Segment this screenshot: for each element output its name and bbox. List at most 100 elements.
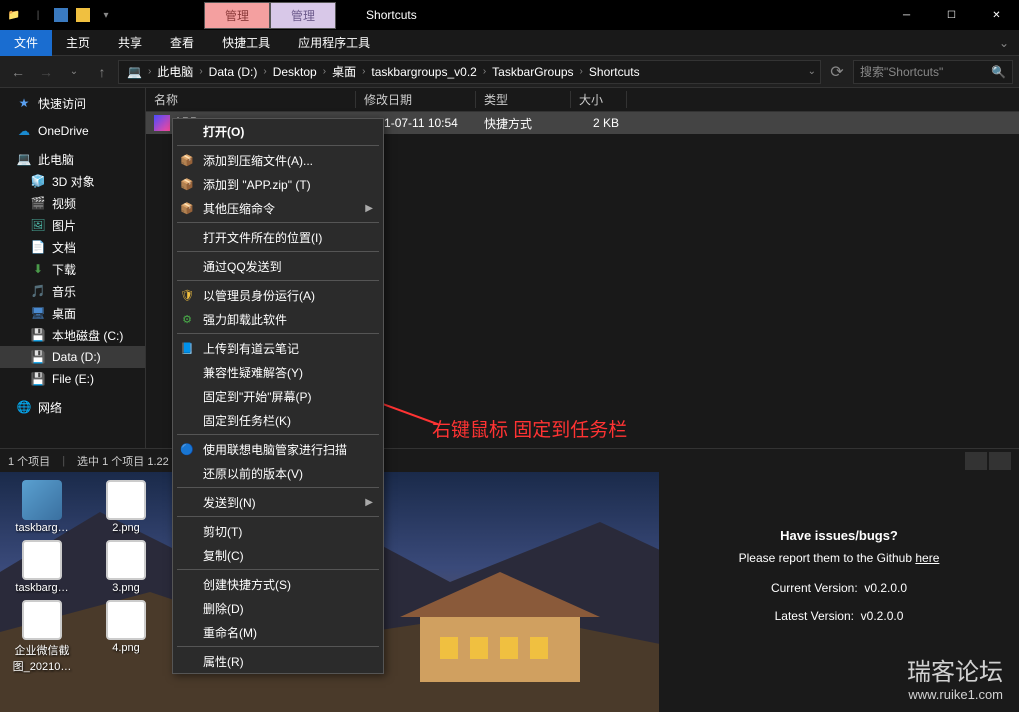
desktop-icon[interactable]: 4.png bbox=[94, 600, 158, 674]
breadcrumb-item[interactable]: Shortcuts bbox=[585, 65, 644, 79]
chevron-right-icon: ▶ bbox=[365, 497, 373, 508]
column-name[interactable]: 名称 bbox=[146, 91, 356, 108]
latest-version: Latest Version: v0.2.0.0 bbox=[679, 609, 999, 623]
nav-history-button[interactable]: ⌄ bbox=[62, 60, 86, 84]
menu-properties[interactable]: 属性(R) bbox=[173, 649, 383, 673]
menu-uninstall[interactable]: ⚙强力卸载此软件 bbox=[173, 307, 383, 331]
breadcrumb-item[interactable]: TaskbarGroups bbox=[488, 65, 577, 79]
address-toolbar: ← → ⌄ ↑ 💻 › 此电脑 › Data (D:) › Desktop › … bbox=[0, 56, 1019, 88]
desktop-icon-label: 3.png bbox=[112, 582, 140, 594]
menu-cut[interactable]: 剪切(T) bbox=[173, 519, 383, 543]
image-icon bbox=[106, 540, 146, 580]
tab-view[interactable]: 查看 bbox=[156, 30, 208, 56]
network-icon: 🌐 bbox=[16, 399, 32, 415]
qat-dropdown-icon[interactable]: ▾ bbox=[98, 7, 114, 23]
menu-other-zip[interactable]: 📦其他压缩命令▶ bbox=[173, 196, 383, 220]
menu-create-shortcut[interactable]: 创建快捷方式(S) bbox=[173, 572, 383, 596]
nav-back-button[interactable]: ← bbox=[6, 60, 30, 84]
menu-pin-taskbar[interactable]: 固定到任务栏(K) bbox=[173, 408, 383, 432]
titlebar: 📁 | ▾ 管理 管理 Shortcuts ─ ☐ ✕ bbox=[0, 0, 1019, 30]
view-thumbnails-button[interactable] bbox=[989, 452, 1011, 470]
menu-delete[interactable]: 删除(D) bbox=[173, 596, 383, 620]
menu-rename[interactable]: 重命名(M) bbox=[173, 620, 383, 644]
sidebar-item-3d-objects[interactable]: 🧊3D 对象 bbox=[0, 170, 145, 192]
ribbon-expand-icon[interactable]: ⌄ bbox=[989, 36, 1019, 50]
menu-open-location[interactable]: 打开文件所在的位置(I) bbox=[173, 225, 383, 249]
manage-tab-1[interactable]: 管理 bbox=[204, 2, 270, 29]
menu-separator bbox=[177, 569, 379, 570]
manage-tab-2[interactable]: 管理 bbox=[270, 2, 336, 29]
ribbon-tabs: 文件 主页 共享 查看 快捷工具 应用程序工具 ⌄ bbox=[0, 30, 1019, 56]
properties-icon[interactable] bbox=[54, 8, 68, 22]
desktop-icon[interactable]: 2.png bbox=[94, 480, 158, 534]
search-input[interactable]: 搜索"Shortcuts" 🔍 bbox=[853, 60, 1013, 84]
sidebar-item-file-e[interactable]: 💾File (E:) bbox=[0, 368, 145, 390]
breadcrumb-item[interactable]: taskbargroups_v0.2 bbox=[367, 65, 480, 79]
breadcrumb-item[interactable]: Data (D:) bbox=[205, 65, 262, 79]
lenovo-icon: 🔵 bbox=[179, 441, 195, 457]
desktop-icon[interactable]: taskbarg… bbox=[10, 480, 74, 534]
desktop-icon[interactable]: 3.png bbox=[94, 540, 158, 594]
breadcrumb-dropdown-icon[interactable]: ⌄ bbox=[808, 66, 816, 77]
menu-restore[interactable]: 还原以前的版本(V) bbox=[173, 461, 383, 485]
menu-add-zip[interactable]: 📦添加到 "APP.zip" (T) bbox=[173, 172, 383, 196]
column-date[interactable]: 修改日期 bbox=[356, 91, 476, 108]
sidebar-item-data-d[interactable]: 💾Data (D:) bbox=[0, 346, 145, 368]
folder-icon: 📁 bbox=[6, 7, 22, 23]
column-type[interactable]: 类型 bbox=[476, 91, 571, 108]
nav-forward-button[interactable]: → bbox=[34, 60, 58, 84]
sidebar-item-this-pc[interactable]: 💻此电脑 bbox=[0, 148, 145, 170]
breadcrumb-item[interactable]: 此电脑 bbox=[153, 63, 197, 80]
sidebar-item-videos[interactable]: 🎬视频 bbox=[0, 192, 145, 214]
nav-up-button[interactable]: ↑ bbox=[90, 60, 114, 84]
status-selected: 选中 1 个项目 1.22 KB bbox=[77, 453, 186, 469]
desktop-icon[interactable]: 企业微信截图_20210… bbox=[10, 600, 74, 674]
view-details-button[interactable] bbox=[965, 452, 987, 470]
menu-open[interactable]: 打开(O) bbox=[173, 119, 383, 143]
sidebar-item-music[interactable]: 🎵音乐 bbox=[0, 280, 145, 302]
sidebar-item-downloads[interactable]: ⬇下载 bbox=[0, 258, 145, 280]
sidebar-item-pictures[interactable]: 🖼图片 bbox=[0, 214, 145, 236]
sidebar-item-documents[interactable]: 📄文档 bbox=[0, 236, 145, 258]
new-folder-icon[interactable] bbox=[76, 8, 90, 22]
sidebar-item-network[interactable]: 🌐 网络 bbox=[0, 396, 145, 418]
tab-share[interactable]: 共享 bbox=[104, 30, 156, 56]
breadcrumb[interactable]: 💻 › 此电脑 › Data (D:) › Desktop › 桌面 › tas… bbox=[118, 60, 821, 84]
menu-add-archive[interactable]: 📦添加到压缩文件(A)... bbox=[173, 148, 383, 172]
menu-copy[interactable]: 复制(C) bbox=[173, 543, 383, 567]
sidebar-item-label: 快速访问 bbox=[38, 95, 86, 112]
menu-send-to[interactable]: 发送到(N)▶ bbox=[173, 490, 383, 514]
breadcrumb-item[interactable]: Desktop bbox=[269, 65, 321, 79]
tab-file[interactable]: 文件 bbox=[0, 30, 52, 56]
qat-divider: | bbox=[30, 7, 46, 23]
window-title: Shortcuts bbox=[366, 8, 417, 22]
breadcrumb-item[interactable]: 桌面 bbox=[328, 63, 360, 80]
menu-lenovo-scan[interactable]: 🔵使用联想电脑管家进行扫描 bbox=[173, 437, 383, 461]
desktop-icon[interactable]: taskbarg… bbox=[10, 540, 74, 594]
sidebar-item-local-c[interactable]: 💾本地磁盘 (C:) bbox=[0, 324, 145, 346]
file-size-cell: 2 KB bbox=[571, 116, 627, 130]
refresh-button[interactable]: ⟳ bbox=[825, 60, 849, 84]
tab-app-tools[interactable]: 应用程序工具 bbox=[284, 30, 384, 56]
menu-qq-send[interactable]: 通过QQ发送到 bbox=[173, 254, 383, 278]
sidebar-item-onedrive[interactable]: ☁OneDrive bbox=[0, 120, 145, 142]
tab-home[interactable]: 主页 bbox=[52, 30, 104, 56]
desktop-icons: taskbarg… 2.png taskbarg… 3.png 企业微信截图_2… bbox=[10, 480, 158, 674]
github-link[interactable]: here bbox=[915, 551, 939, 565]
sidebar-item-label: 网络 bbox=[38, 399, 62, 416]
sidebar-item-quick-access[interactable]: ★快速访问 bbox=[0, 92, 145, 114]
menu-compat[interactable]: 兼容性疑难解答(Y) bbox=[173, 360, 383, 384]
tab-shortcut-tools[interactable]: 快捷工具 bbox=[208, 30, 284, 56]
cloud-icon: ☁ bbox=[16, 123, 32, 139]
close-button[interactable]: ✕ bbox=[974, 0, 1019, 30]
column-size[interactable]: 大小 bbox=[571, 91, 627, 108]
menu-run-admin[interactable]: 🛡以管理员身份运行(A) bbox=[173, 283, 383, 307]
minimize-button[interactable]: ─ bbox=[884, 0, 929, 30]
sidebar-item-desktop[interactable]: 🖥桌面 bbox=[0, 302, 145, 324]
menu-separator bbox=[177, 434, 379, 435]
maximize-button[interactable]: ☐ bbox=[929, 0, 974, 30]
chevron-right-icon: ▶ bbox=[365, 203, 373, 214]
menu-pin-start[interactable]: 固定到"开始"屏幕(P) bbox=[173, 384, 383, 408]
sidebar-item-label: 桌面 bbox=[52, 305, 76, 322]
menu-youdao[interactable]: 📘上传到有道云笔记 bbox=[173, 336, 383, 360]
